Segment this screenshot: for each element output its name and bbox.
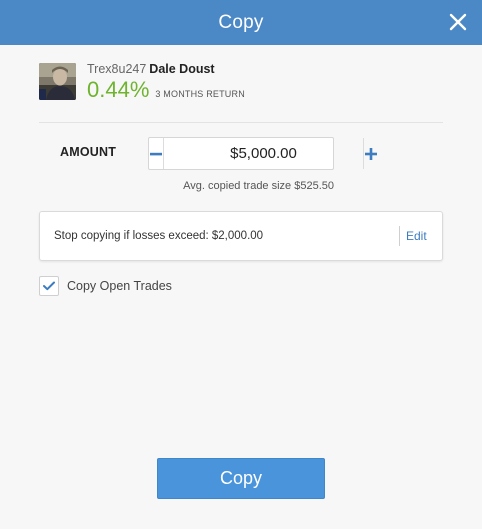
- trader-username[interactable]: Trex8u247: [87, 62, 146, 76]
- divider: [39, 122, 443, 123]
- amount-stepper: [148, 137, 377, 170]
- trader-names: Trex8u247 Dale Doust: [87, 63, 245, 76]
- minus-icon: [150, 152, 162, 155]
- avatar-photo: [39, 63, 76, 100]
- avg-trade-size: Avg. copied trade size $525.50: [148, 180, 334, 192]
- trader-info: Trex8u247 Dale Doust 0.44% 3 MONTHS RETUR…: [87, 63, 245, 102]
- close-icon: [449, 13, 467, 31]
- trader-full-name: Dale Doust: [149, 62, 215, 76]
- plus-icon: [365, 147, 377, 160]
- copy-button[interactable]: Copy: [157, 458, 325, 499]
- stop-loss-text: Stop copying if losses exceed: $2,000.00: [54, 230, 264, 242]
- return-row: 0.44% 3 MONTHS RETURN: [87, 78, 245, 102]
- avatar[interactable]: [39, 63, 76, 100]
- amount-label: AMOUNT: [60, 145, 117, 159]
- increase-amount-button[interactable]: [363, 138, 378, 169]
- copy-open-trades-row[interactable]: Copy Open Trades: [39, 275, 172, 297]
- close-button[interactable]: [444, 8, 472, 36]
- copy-open-trades-label[interactable]: Copy Open Trades: [67, 279, 172, 293]
- dialog-header: Copy: [0, 0, 482, 45]
- stop-loss-box: Stop copying if losses exceed: $2,000.00…: [39, 211, 443, 261]
- edit-stop-loss-link[interactable]: Edit: [406, 229, 427, 243]
- edit-separator: [399, 226, 400, 246]
- decrease-amount-button[interactable]: [149, 138, 164, 169]
- return-label: 3 MONTHS RETURN: [155, 89, 245, 99]
- trader-summary: Trex8u247 Dale Doust 0.44% 3 MONTHS RETUR…: [39, 63, 245, 103]
- checkmark-icon: [43, 281, 55, 291]
- avg-trade-size-text: Avg. copied trade size $525.50: [183, 180, 334, 192]
- return-value: 0.44%: [87, 77, 150, 102]
- dialog-title: Copy: [218, 11, 264, 33]
- copy-open-trades-checkbox[interactable]: [39, 276, 59, 296]
- amount-input[interactable]: [164, 138, 363, 169]
